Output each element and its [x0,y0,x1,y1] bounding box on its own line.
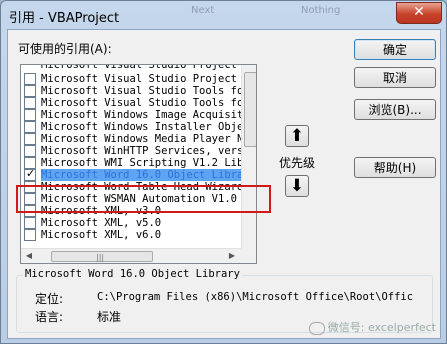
background-text: Next [191,5,215,16]
list-item[interactable]: Microsoft XML, v6.0 [21,229,241,241]
list-item[interactable]: Microsoft Windows Media Player Netw [21,133,241,145]
checkbox[interactable] [24,73,36,85]
list-item[interactable]: Microsoft Visual Studio Tools for ( [21,97,241,109]
scroll-corner [241,248,256,263]
highlight-frame [16,185,271,213]
checkbox[interactable] [24,229,36,241]
list-item[interactable]: Microsoft XML, v5.0 [21,217,241,229]
wechat-icon [308,321,325,335]
list-item-selected[interactable]: ✓ Microsoft Word 16.0 Object Library [21,167,241,181]
grip-icon: ||| [96,253,105,262]
title-bar[interactable]: 引用 - VBAProject Next Nothing ✕ [1,1,446,29]
watermark: 微信号: excelperfect [308,319,436,335]
details-title: Microsoft Word 16.0 Object Library [23,268,242,280]
scrollbar-thumb[interactable]: ||| [51,251,153,262]
scroll-left-icon[interactable]: ◀ [24,251,34,261]
references-items: Microsoft Visual Studio Project Mo Micro… [21,65,241,245]
checkbox-checked[interactable]: ✓ [24,167,36,181]
check-icon: ✓ [26,167,36,180]
priority-label: 优先级 [279,156,316,170]
checkbox[interactable] [24,217,36,229]
dialog-body: 可使用的引用(A): Microsoft Visual Studio Proje… [7,29,441,339]
arrow-down-icon[interactable]: ⬇ [285,175,309,197]
background-text: Nothing [301,5,341,16]
vertical-scrollbar[interactable] [241,65,256,248]
arrow-up-icon[interactable]: ⬆ [285,125,309,147]
checkbox[interactable] [24,145,36,157]
location-value: C:\Program Files (x86)\Microsoft Office\… [97,291,414,303]
window-title: 引用 - VBAProject [9,11,120,26]
list-item[interactable]: Microsoft Visual Studio Tools for ( [21,85,241,97]
list-item[interactable]: Microsoft Windows Installer Object [21,121,241,133]
close-icon[interactable]: ✕ [396,2,442,24]
checkbox[interactable] [24,133,36,145]
list-item[interactable]: Microsoft Visual Studio Project Mo [21,73,241,85]
references-list[interactable]: Microsoft Visual Studio Project Mo Micro… [20,64,257,264]
list-item[interactable]: Microsoft WinHTTP Services, version [21,145,241,157]
references-dialog: 引用 - VBAProject Next Nothing ✕ 可使用的引用(A)… [0,0,447,344]
ok-button[interactable]: 确定 [354,39,436,60]
scrollbar-thumb[interactable] [244,72,256,147]
list-item[interactable]: Microsoft WMI Scripting V1.2 Librar [21,157,241,169]
browse-button[interactable]: 浏览(B)... [354,99,436,120]
checkbox[interactable] [24,109,36,121]
cancel-button[interactable]: 取消 [354,67,436,88]
scroll-right-icon[interactable]: ▶ [227,251,237,261]
checkbox[interactable] [24,121,36,133]
available-references-label: 可使用的引用(A): [18,42,112,56]
horizontal-scrollbar[interactable]: ◀ ||| ▶ [21,248,241,263]
watermark-text: 微信号: excelperfect [327,321,436,334]
list-item[interactable]: Microsoft Windows Image Acquisitio [21,109,241,121]
checkbox[interactable] [24,85,36,97]
language-label: 语言: [35,310,64,324]
language-value: 标准 [97,310,122,324]
location-label: 定位: [35,292,64,306]
checkbox[interactable] [24,97,36,109]
help-button[interactable]: 帮助(H) [354,157,436,178]
